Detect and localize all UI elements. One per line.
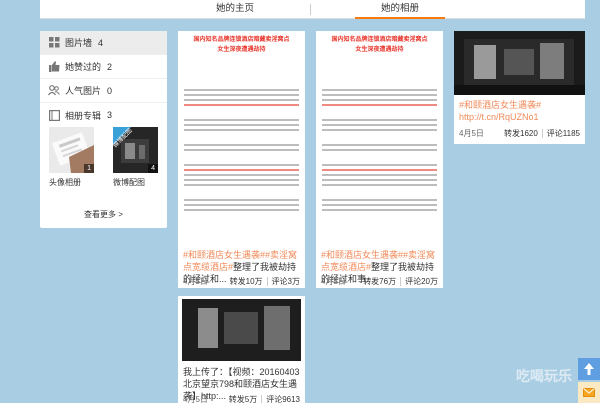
post-date: 4月5日 xyxy=(183,277,208,286)
arrow-up-icon xyxy=(584,363,594,375)
comment-count[interactable]: 评论1185 xyxy=(547,128,580,139)
photo-meta: 4月5日 转发5万 评论9613 xyxy=(183,394,300,403)
doc-title: 国内知名品牌连锁酒店暗藏卖淫窝点 xyxy=(331,37,428,43)
sidebar-item-photo-wall[interactable]: 图片墙 4 xyxy=(40,31,167,55)
tab-her-album[interactable]: 她的相册 xyxy=(355,0,445,19)
album-count: 4 xyxy=(148,164,158,173)
post-date: 4月5日 xyxy=(459,129,484,138)
comment-count[interactable]: 评论3万 xyxy=(272,276,300,287)
photo-image[interactable]: 国内知名品牌连锁酒店暗藏卖淫窝点 女生深夜遭遇劫持 xyxy=(316,31,443,244)
album-label: 头像相册 xyxy=(49,178,81,187)
album-icon xyxy=(48,109,60,121)
sidebar-item-label: 相册专辑 xyxy=(65,110,102,121)
album-thumb[interactable]: 1 xyxy=(49,127,94,173)
tab-her-home[interactable]: 她的主页 xyxy=(190,0,280,19)
mail-icon xyxy=(583,388,595,397)
photo-image[interactable] xyxy=(454,31,585,95)
feedback-button[interactable] xyxy=(578,382,600,403)
sidebar-item-label: 她赞过的 xyxy=(65,62,102,72)
caption-hashtags[interactable]: #和颐酒店女生遇袭# http://t.cn/RqUZNo1 xyxy=(459,100,541,122)
photo-image[interactable] xyxy=(178,296,305,362)
see-more-link[interactable]: 查看更多 > xyxy=(40,209,167,220)
sidebar-item-label: 图片墙 xyxy=(65,38,93,48)
sidebar-item-count: 3 xyxy=(107,110,113,120)
album-label: 微博配图 xyxy=(113,178,145,187)
sidebar-item-albums[interactable]: 相册专辑 3 xyxy=(40,103,167,127)
sidebar-item-count: 4 xyxy=(98,37,104,48)
photo-card[interactable]: 国内知名品牌连锁酒店暗藏卖淫窝点 女生深夜遭遇劫持 #和颐酒店女生遇袭##卖淫窝… xyxy=(178,31,305,288)
album-thumbnails: 1 头像相册 微博配图 4 微博配图 xyxy=(49,127,164,193)
album-sidebar: 图片墙 4 她赞过的 2 人气图片 0 相册专辑 3 1 头像相册 微博配图 4… xyxy=(40,31,167,228)
photo-meta: 4月5日 转发1620 评论1185 xyxy=(459,128,580,139)
repost-count[interactable]: 转发76万 xyxy=(363,276,396,287)
photo-card[interactable]: 我上传了：【视频：20160403北京望京798和颐酒店女生遇袭】http:..… xyxy=(178,296,305,403)
comment-count[interactable]: 评论9613 xyxy=(266,394,300,403)
photo-image[interactable]: 国内知名品牌连锁酒店暗藏卖淫窝点 女生深夜遭遇劫持 xyxy=(178,31,305,244)
post-date: 4月5日 xyxy=(321,277,346,286)
photo-meta: 4月5日 转发76万 评论20万 xyxy=(321,276,438,287)
sidebar-item-count: 0 xyxy=(107,85,113,96)
doc-title: 国内知名品牌连锁酒店暗藏卖淫窝点 xyxy=(193,37,290,43)
grid-icon xyxy=(48,37,60,49)
post-date: 4月5日 xyxy=(183,395,208,403)
profile-tabs: 她的主页 她的相册 xyxy=(40,0,585,19)
photo-caption[interactable]: #和颐酒店女生遇袭# http://t.cn/RqUZNo1 xyxy=(459,99,580,123)
comment-count[interactable]: 评论20万 xyxy=(405,276,438,287)
repost-count[interactable]: 转发10万 xyxy=(230,276,263,287)
repost-count[interactable]: 转发1620 xyxy=(504,128,538,139)
sidebar-item-popular[interactable]: 人气图片 0 xyxy=(40,79,167,103)
photo-meta: 4月5日 转发10万 评论3万 xyxy=(183,276,300,287)
people-icon xyxy=(48,85,60,97)
repost-count[interactable]: 转发5万 xyxy=(229,394,257,403)
watermark-logo: 吃喝玩乐 xyxy=(516,368,572,384)
album-count: 1 xyxy=(84,164,94,173)
sidebar-item-liked[interactable]: 她赞过的 2 xyxy=(40,55,167,79)
doc-subtitle: 女生深夜遭遇劫持 xyxy=(217,47,266,53)
album-thumb[interactable]: 微博配图 4 xyxy=(113,127,158,173)
tab-divider xyxy=(310,4,311,15)
album-weibo[interactable]: 微博配图 4 微博配图 xyxy=(113,127,158,188)
photo-card[interactable]: #和颐酒店女生遇袭# http://t.cn/RqUZNo1 4月5日 转发16… xyxy=(454,31,585,144)
album-avatar[interactable]: 1 头像相册 xyxy=(49,127,94,188)
sidebar-item-label: 人气图片 xyxy=(65,86,102,96)
photo-card[interactable]: 国内知名品牌连锁酒店暗藏卖淫窝点 女生深夜遭遇劫持 #和颐酒店女生遇袭##卖淫窝… xyxy=(316,31,443,288)
thumbs-up-icon xyxy=(48,61,60,73)
sidebar-item-count: 2 xyxy=(107,61,113,72)
doc-subtitle: 女生深夜遭遇劫持 xyxy=(355,47,404,53)
back-to-top-button[interactable] xyxy=(578,358,600,380)
